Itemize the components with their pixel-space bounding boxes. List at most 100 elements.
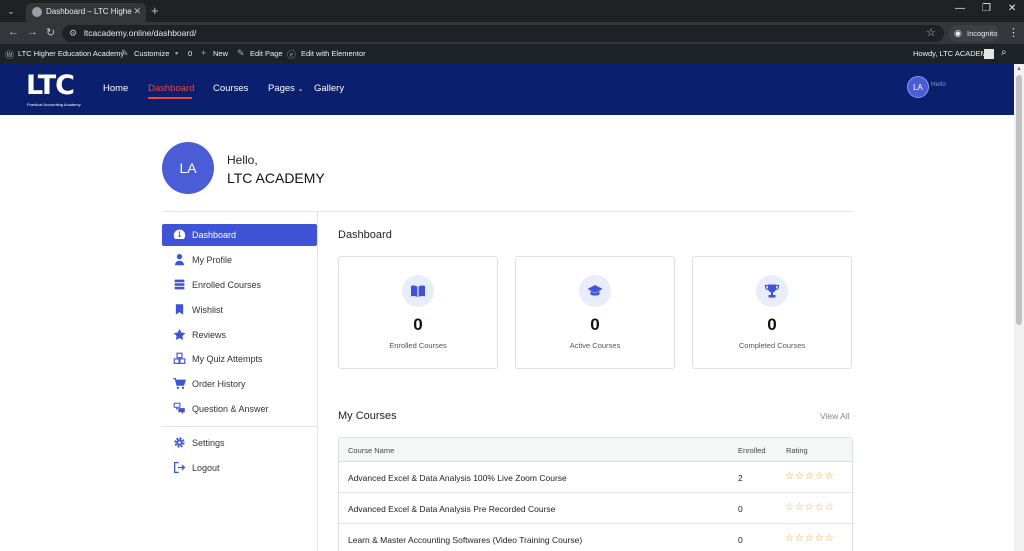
course-name[interactable]: Learn & Master Accounting Softwares (Vid… [348,535,582,545]
back-icon[interactable]: ← [8,26,19,38]
sidebar-item-dashboard[interactable]: Dashboard [162,224,317,246]
stat-icon-circle [756,275,788,307]
quiz-blocks-icon [173,352,186,364]
view-all-link[interactable]: View All [820,411,850,421]
trophy-icon [764,284,780,298]
wp-site-name[interactable]: LTC Higher Education Academy [18,49,124,58]
courses-stack-icon [174,279,185,290]
wp-admin-bar: Ⓦ LTC Higher Education Academy ✎ Customi… [0,44,1024,64]
menu-pages[interactable]: Pages ⌄ [268,83,303,94]
logo-text: LTC [26,70,75,101]
reload-icon[interactable]: ↻ [46,26,55,39]
course-name[interactable]: Advanced Excel & Data Analysis 100% Live… [348,473,567,483]
dashboard-title: Dashboard [338,229,392,241]
wp-edit-elementor[interactable]: Edit with Elementor [301,49,366,58]
sidebar-item-settings[interactable]: Settings [162,432,317,454]
sidebar-item-enrolled-courses[interactable]: Enrolled Courses [162,274,317,296]
close-window-icon[interactable]: ✕ [1008,3,1016,14]
header-avatar[interactable]: LA [907,76,929,98]
browser-tab-bar: ⌄ Dashboard – LTC Higher Educa ✕ + — ❐ ✕ [0,0,1024,22]
site-header: LTC Practical Accounting Academy Home Da… [0,64,1014,115]
scrollbar-thumb[interactable] [1016,75,1022,325]
wp-customize[interactable]: Customize [134,49,169,58]
menu-gallery[interactable]: Gallery [314,83,344,94]
tab-title: Dashboard – LTC Higher Educa [46,7,132,16]
sidebar-item-order-history[interactable]: Order History [162,373,317,395]
wp-edit-page[interactable]: Edit Page [250,49,283,58]
column-header-enrolled: Enrolled [738,446,766,455]
logo-tagline: Practical Accounting Academy [27,102,81,107]
course-name[interactable]: Advanced Excel & Data Analysis Pre Recor… [348,504,555,514]
rating-stars: ☆☆☆☆☆ [785,533,835,544]
sidebar-item-my-profile[interactable]: My Profile [162,249,317,271]
sidebar-item-label: Logout [192,463,220,473]
stat-card-active: 0 Active Courses [515,256,675,369]
profile-avatar[interactable]: LA [162,142,214,194]
minimize-icon[interactable]: — [955,3,965,14]
wordpress-logo-icon[interactable]: Ⓦ [5,48,14,61]
stat-label: Completed Courses [738,341,806,350]
menu-courses[interactable]: Courses [213,83,248,94]
sidebar-item-label: Question & Answer [192,404,269,414]
stat-card-completed: 0 Completed Courses [692,256,852,369]
sidebar-border [317,212,318,551]
stat-label: Active Courses [569,341,621,350]
menu-home[interactable]: Home [103,83,128,94]
menu-dashboard[interactable]: Dashboard [148,83,194,94]
header-user-name: LTC ACADEMY [931,89,977,96]
column-header-course-name: Course Name [348,446,395,455]
tab-favicon-icon [32,7,42,17]
browser-toolbar: ← → ↻ ⚙ ltcacademy.online/dashboard/ ☆ ◉… [0,22,1024,44]
wp-search-icon[interactable]: ⌕ [1001,47,1007,58]
tab-close-icon[interactable]: ✕ [133,6,141,17]
sidebar-item-label: My Profile [192,255,233,265]
address-bar[interactable]: ⚙ ltcacademy.online/dashboard/ ☆ [62,25,944,42]
active-menu-underline [148,97,192,99]
stat-value: 0 [767,315,777,334]
sidebar-item-label: Order History [192,379,246,389]
chevron-down-icon: ⌄ [297,86,304,93]
sidebar-item-wishlist[interactable]: Wishlist [162,299,317,321]
sidebar-item-logout[interactable]: Logout [162,457,317,479]
wp-avatar[interactable] [984,49,994,59]
site-logo[interactable]: LTC Practical Accounting Academy [26,70,81,110]
wp-howdy[interactable]: Howdy, LTC ACADEMY [913,49,992,58]
table-row[interactable]: Learn & Master Accounting Softwares (Vid… [339,524,852,551]
incognito-label: Incognito [967,29,998,38]
column-header-rating: Rating [786,446,808,455]
table-row[interactable]: Advanced Excel & Data Analysis Pre Recor… [339,493,852,524]
stat-icon-circle [402,275,434,307]
stat-value: 0 [413,315,423,334]
tab-search-icon[interactable]: ⌄ [4,4,18,18]
stat-card-enrolled: 0 Enrolled Courses [338,256,498,369]
elementor-icon: ⓔ [287,50,297,60]
plus-icon: + [201,48,207,58]
wp-new[interactable]: New [213,49,228,58]
table-header: Course Name Enrolled Rating [339,438,852,462]
course-enrolled: 0 [738,504,743,514]
restore-icon[interactable]: ❐ [982,3,991,14]
wp-comments-count[interactable]: 0 [188,49,192,58]
sidebar-item-question-answer[interactable]: Question & Answer [162,398,317,420]
courses-table: Course Name Enrolled Rating Advanced Exc… [338,437,853,551]
browser-tab[interactable]: Dashboard – LTC Higher Educa ✕ [26,3,146,22]
scroll-up-arrow-icon[interactable]: ▲ [1016,66,1022,72]
bookmark-star-icon[interactable]: ☆ [926,26,936,39]
dashboard-gauge-icon [173,229,186,239]
stat-value: 0 [590,315,600,334]
new-tab-icon[interactable]: + [151,3,159,18]
browser-menu-icon[interactable]: ⋮ [1008,26,1019,39]
sidebar-item-quiz-attempts[interactable]: My Quiz Attempts [162,348,317,370]
incognito-icon: ◉ [954,28,962,38]
site-info-icon[interactable]: ⚙ [69,28,77,39]
forward-icon[interactable]: → [27,26,38,38]
sidebar-item-reviews[interactable]: Reviews [162,324,317,346]
comments-icon[interactable]: ▪ [175,48,178,58]
graduation-cap-icon [587,285,603,296]
table-row[interactable]: Advanced Excel & Data Analysis 100% Live… [339,462,852,493]
incognito-badge[interactable]: ◉ Incognito [949,25,999,42]
url-text[interactable]: ltcacademy.online/dashboard/ [84,28,196,38]
header-hello: Hello [931,81,946,88]
user-icon [175,253,184,266]
bookmark-icon [175,304,184,315]
